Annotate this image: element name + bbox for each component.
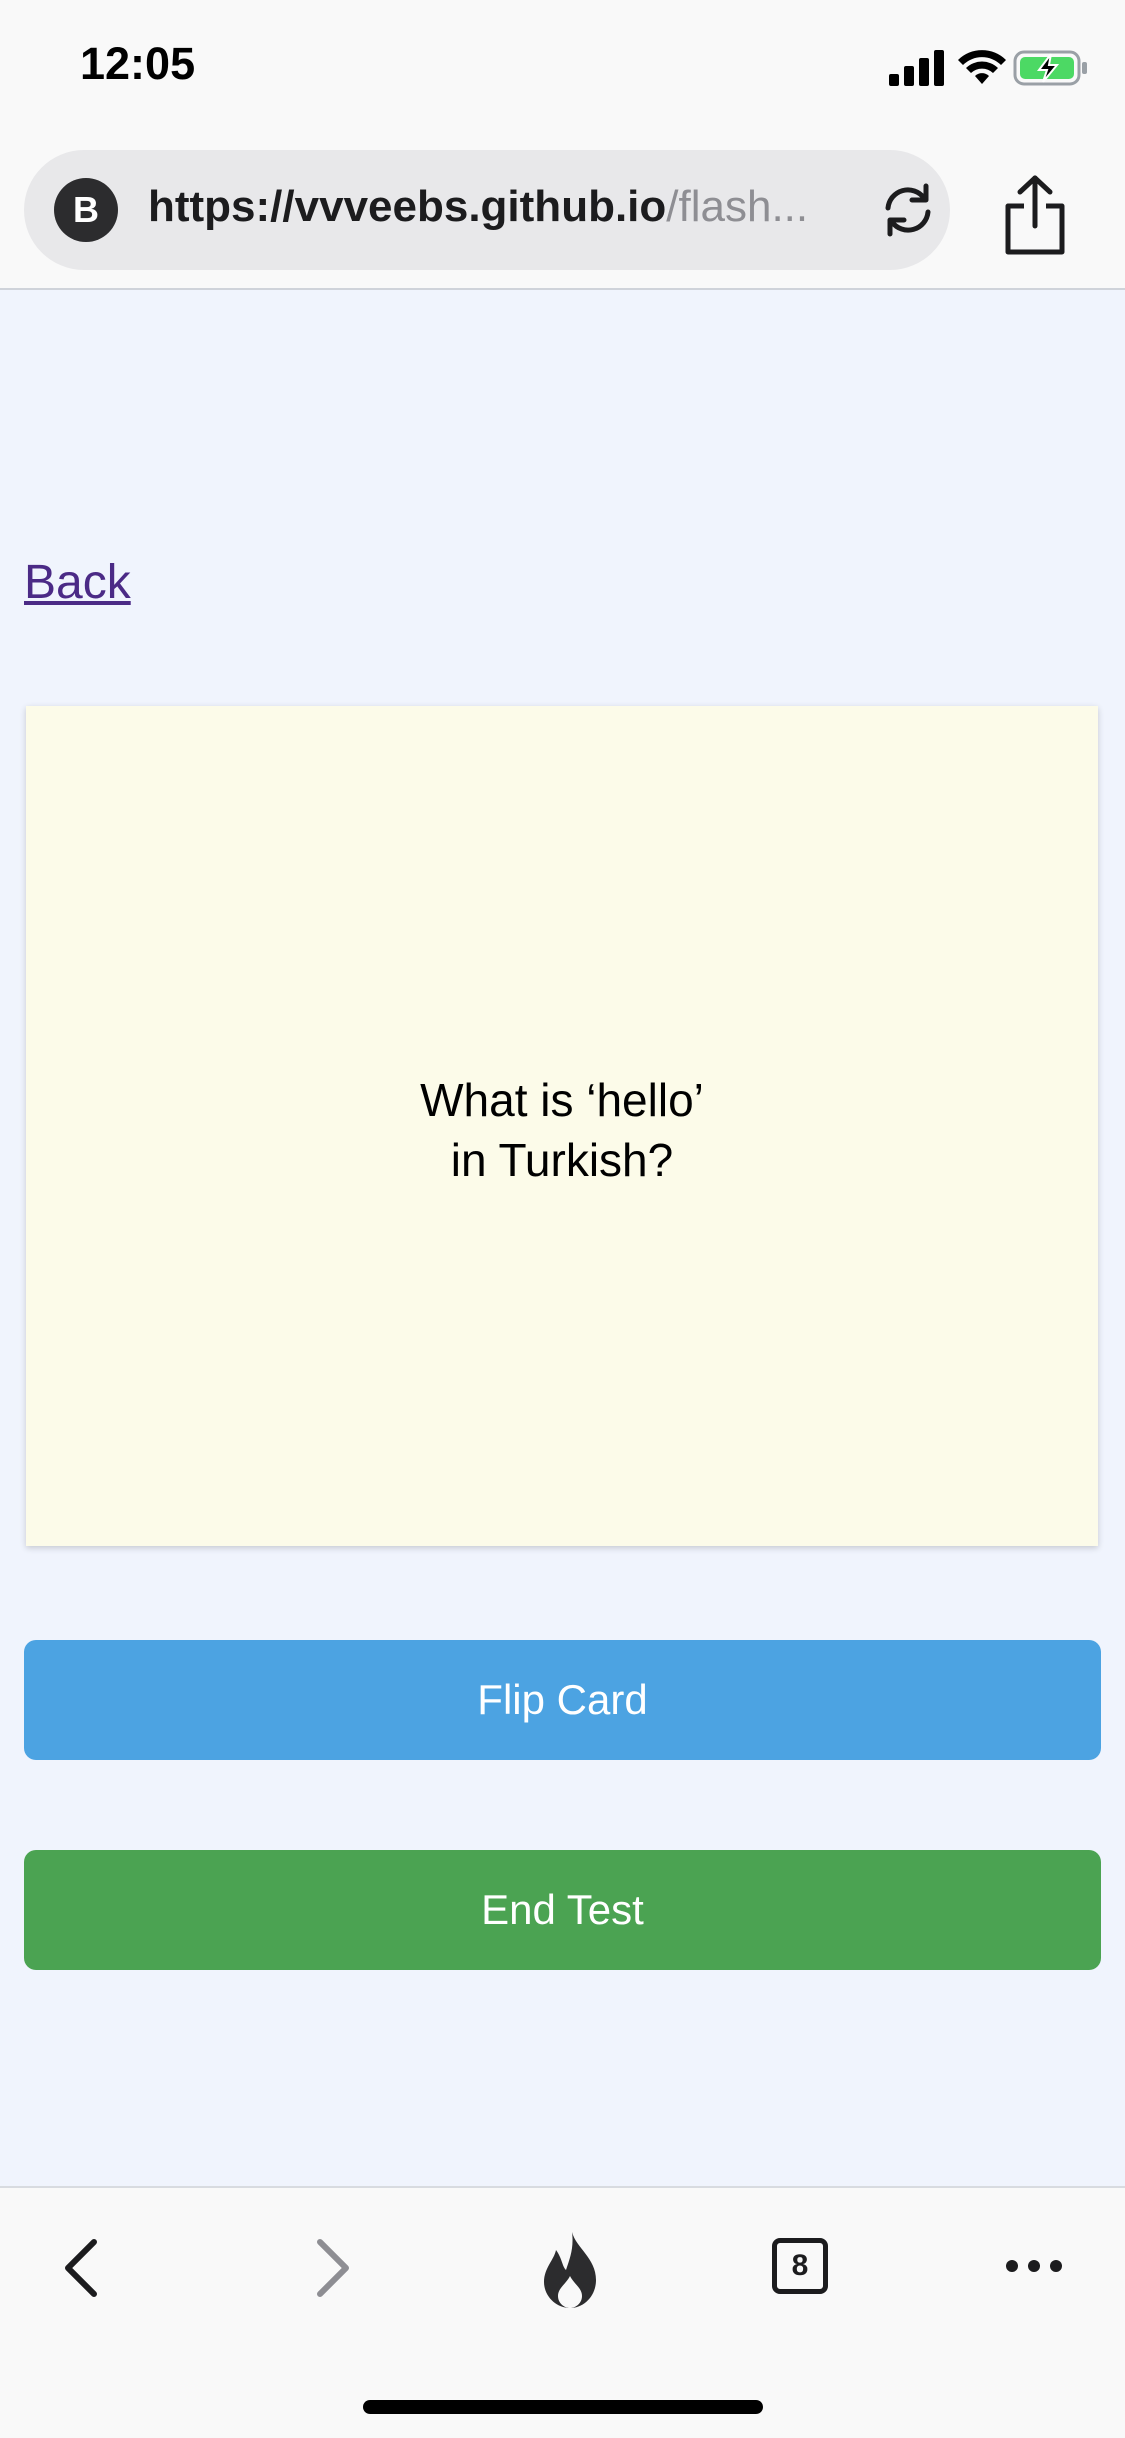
- browser-toolbar: B https://vvveebs.github.io/flash...: [0, 140, 1125, 290]
- battery-charging-icon: [1013, 50, 1087, 86]
- flip-card-button[interactable]: Flip Card: [24, 1640, 1101, 1760]
- more-icon[interactable]: [1004, 2254, 1064, 2278]
- address-bar[interactable]: B https://vvveebs.github.io/flash...: [24, 150, 950, 270]
- card-question: What is ‘hello’ in Turkish?: [26, 1070, 1098, 1190]
- url-text[interactable]: https://vvveebs.github.io/flash...: [148, 182, 858, 232]
- tabs-button[interactable]: 8: [772, 2238, 828, 2294]
- forward-arrow-icon[interactable]: [308, 2236, 356, 2300]
- reload-icon[interactable]: [876, 178, 940, 242]
- share-icon[interactable]: [1002, 174, 1068, 256]
- status-bar: 12:05: [0, 0, 1125, 140]
- end-test-button[interactable]: End Test: [24, 1850, 1101, 1970]
- card-question-line-2: in Turkish?: [450, 1134, 674, 1186]
- wifi-icon: [958, 50, 1006, 84]
- url-domain: https://vvveebs.github.io: [148, 182, 667, 231]
- browser-bottom-toolbar: 8: [0, 2186, 1125, 2438]
- tab-count: 8: [791, 2249, 809, 2282]
- back-link[interactable]: Back: [24, 555, 131, 610]
- home-indicator: [363, 2400, 763, 2414]
- card-question-line-1: What is ‘hello’: [420, 1074, 704, 1126]
- flashcard[interactable]: What is ‘hello’ in Turkish?: [26, 706, 1098, 1546]
- back-arrow-icon[interactable]: [58, 2236, 106, 2300]
- signal-icon: [889, 50, 944, 86]
- site-badge: B: [54, 178, 118, 242]
- status-time: 12:05: [80, 38, 196, 89]
- url-path: /flash...: [666, 182, 809, 231]
- flame-icon[interactable]: [538, 2230, 602, 2310]
